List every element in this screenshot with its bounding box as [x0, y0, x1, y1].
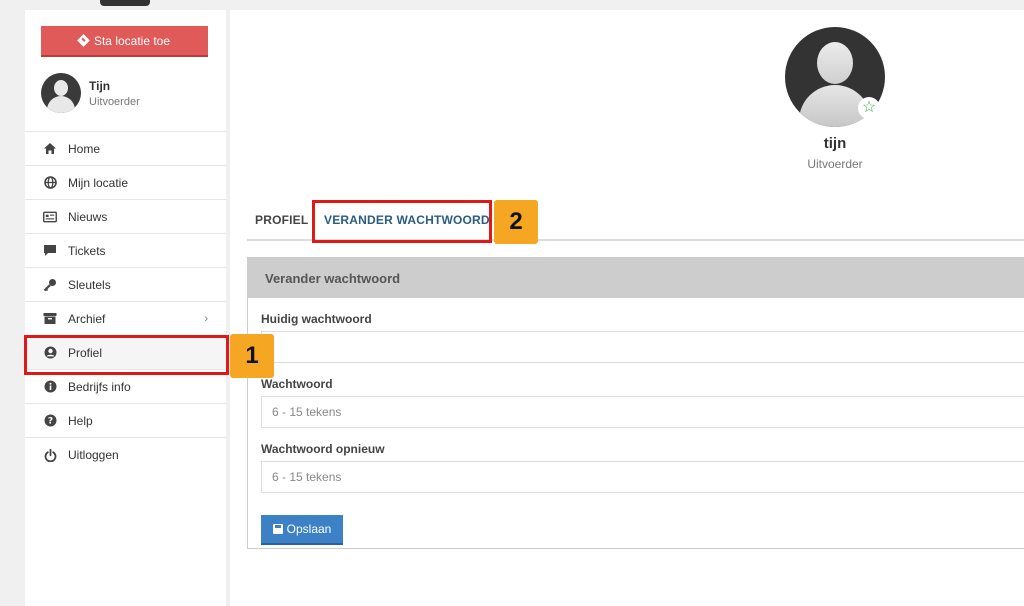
panel-title: Verander wachtwoord	[248, 258, 1024, 298]
key-icon	[43, 278, 57, 292]
question-icon: ?	[43, 414, 57, 428]
tab-verander-wachtwoord[interactable]: VERANDER WACHTWOORD	[324, 213, 490, 227]
avatar	[41, 73, 81, 113]
step-badge-2: 2	[494, 200, 538, 244]
sidebar-item-nieuws[interactable]: Nieuws	[25, 200, 226, 234]
info-icon	[43, 380, 57, 394]
home-icon	[43, 142, 57, 156]
user-role: Uitvoerder	[89, 95, 140, 108]
profile-tabs: PROFIEL VERANDER WACHTWOORD	[247, 205, 1024, 241]
sidebar-item-label: Help	[68, 413, 93, 428]
chat-icon	[43, 244, 57, 258]
current-password-field[interactable]	[261, 331, 1024, 363]
chevron-right-icon: ›	[204, 313, 208, 325]
power-icon	[43, 448, 57, 462]
sidebar-item-bedrijfs-info[interactable]: Bedrijfs info	[25, 370, 226, 404]
change-password-panel: Verander wachtwoord Huidig wachtwoord Wa…	[247, 257, 1024, 549]
sidebar-item-label: Archief	[68, 311, 106, 326]
sidebar: Sta locatie toe Tijn Uitvoerder Home Mij…	[25, 10, 226, 606]
sidebar-menu: Home Mijn locatie Nieuws Tickets Sleutel…	[25, 131, 226, 472]
main-content: ☆ tijn Uitvoerder PROFIEL VERANDER WACHT…	[230, 10, 1024, 606]
allow-location-button[interactable]: Sta locatie toe	[41, 26, 208, 57]
sidebar-item-label: Uitloggen	[68, 448, 119, 462]
archive-icon	[43, 312, 57, 326]
sidebar-item-archief[interactable]: Archief ›	[25, 302, 226, 336]
sidebar-item-label: Nieuws	[68, 209, 108, 224]
floppy-disk-icon	[272, 524, 283, 534]
sidebar-item-label: Profiel	[68, 345, 103, 360]
location-arrow-icon	[77, 34, 90, 47]
top-tab-handle	[100, 0, 150, 6]
sidebar-item-uitloggen[interactable]: Uitloggen	[25, 438, 226, 472]
sidebar-item-label: Bedrijfs info	[68, 379, 131, 394]
save-label: Opslaan	[286, 522, 332, 536]
profile-name: tijn	[823, 135, 847, 152]
newspaper-icon	[43, 210, 57, 224]
allow-location-label: Sta locatie toe	[93, 33, 171, 48]
star-icon: ☆	[858, 97, 880, 119]
sidebar-user: Tijn Uitvoerder	[41, 73, 140, 113]
sidebar-item-mijn-locatie[interactable]: Mijn locatie	[25, 166, 226, 200]
sidebar-item-profiel[interactable]: Profiel	[25, 336, 226, 370]
repeat-password-field[interactable]: 6 - 15 tekens	[261, 461, 1024, 493]
sidebar-item-home[interactable]: Home	[25, 132, 226, 166]
sidebar-item-sleutels[interactable]: Sleutels	[25, 268, 226, 302]
sidebar-item-tickets[interactable]: Tickets	[25, 234, 226, 268]
sidebar-item-help[interactable]: ? Help	[25, 404, 226, 438]
svg-text:?: ?	[47, 417, 52, 427]
user-circle-icon	[43, 346, 57, 360]
profile-role: Uitvoerder	[807, 157, 863, 171]
step-badge-1: 1	[230, 334, 274, 378]
sidebar-item-label: Sleutels	[68, 277, 111, 292]
sidebar-item-label: Mijn locatie	[68, 175, 129, 190]
sidebar-item-label: Tickets	[68, 243, 106, 258]
repeat-password-label: Wachtwoord opnieuw	[261, 442, 385, 456]
globe-icon	[43, 176, 57, 190]
new-password-field[interactable]: 6 - 15 tekens	[261, 396, 1024, 428]
tab-profiel[interactable]: PROFIEL	[255, 213, 308, 227]
new-password-label: Wachtwoord	[261, 377, 333, 391]
current-password-label: Huidig wachtwoord	[261, 312, 372, 326]
user-name: Tijn	[89, 78, 111, 93]
sidebar-item-label: Home	[68, 141, 101, 156]
save-button[interactable]: Opslaan	[261, 515, 343, 545]
